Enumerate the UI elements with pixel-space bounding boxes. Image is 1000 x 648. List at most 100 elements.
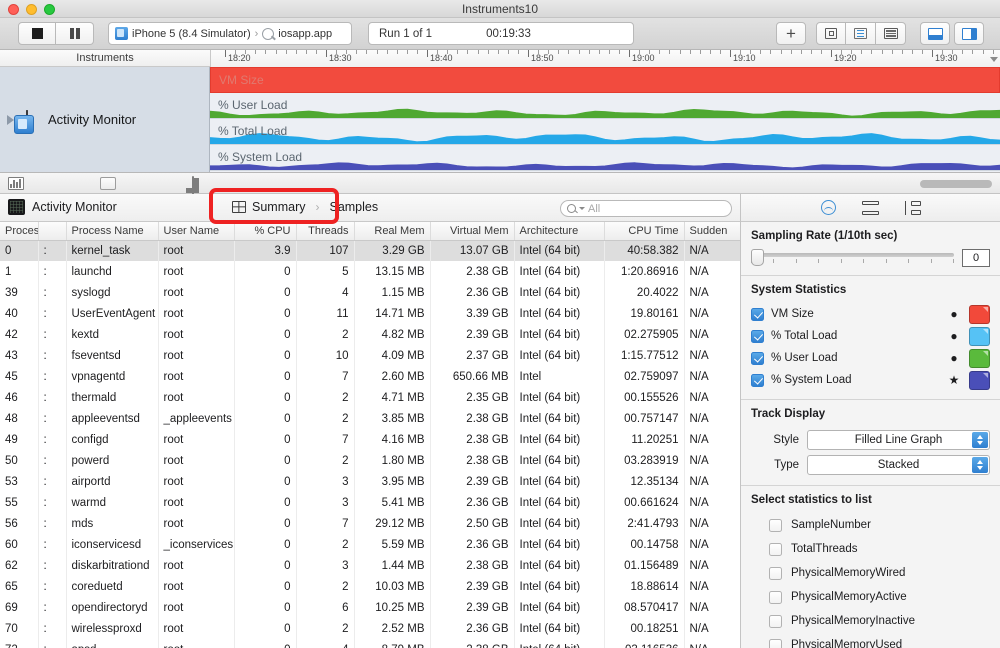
detail-list-button[interactable] [846,22,876,45]
search-field[interactable]: All [560,200,732,217]
statistic-color-swatch[interactable] [969,326,990,346]
track-display-section: Track Display Style Filled Line Graph Ty… [741,400,1000,486]
timeline-ruler[interactable]: 18:20 18:30 18:40 18:50 19:00 19:10 19:20 19:30 [210,50,1000,67]
strategy-threads-icon[interactable] [192,176,194,195]
ruler-tick [285,50,287,54]
select-statistic-checkbox[interactable] [769,566,782,580]
statistic-color-swatch[interactable] [969,304,990,324]
table-row[interactable]: 53: airportd root 0 3 3.95 MB 2.39 GB Intel (64… [0,471,740,492]
column-header[interactable]: Threads [296,222,355,241]
system-statistic-row[interactable]: VM Size ● [751,303,990,325]
toggle-right-pane-button[interactable] [954,22,984,45]
track-row[interactable]: % Total Load [210,119,1000,145]
column-header[interactable]: Process ID [0,222,39,241]
instrument-icon-wrap [14,109,34,134]
horizontal-scrollbar-thumb[interactable] [920,180,992,188]
select-statistic-checkbox[interactable] [769,518,782,532]
statistic-checkbox[interactable] [751,307,764,321]
statistic-color-swatch[interactable] [969,348,990,368]
statistic-checkbox[interactable] [751,373,764,387]
breadcrumb-samples[interactable]: Samples [325,198,382,216]
table-row[interactable]: 62: diskarbitrationd root 0 3 1.44 MB 2.38 GB I… [0,555,740,576]
table-row[interactable]: 46: thermald root 0 2 4.71 MB 2.35 GB Intel (64… [0,387,740,408]
statistic-color-swatch[interactable] [969,370,990,390]
run-status-field: Run 1 of 1 00:19:33 [368,22,634,45]
statistic-checkbox[interactable] [751,329,764,343]
table-row[interactable]: 48: appleeventsd _appleevents 0 2 3.85 MB 2.38… [0,408,740,429]
column-header[interactable]: Virtual Mem [430,222,515,241]
table-row[interactable]: 69: opendirectoryd root 0 6 10.25 MB 2.39 GB In… [0,597,740,618]
column-header[interactable]: Sudden [684,222,740,241]
table-row[interactable]: 60: iconservicesd _iconservices 0 2 5.59 MB 2.… [0,534,740,555]
process-table-container[interactable]: Process ID Process NameUser Name% CPUThre… [0,222,740,648]
table-row[interactable]: 50: powerd root 0 2 1.80 MB 2.38 GB Intel (64 b… [0,450,740,471]
slider-knob[interactable] [751,249,764,266]
select-statistic-checkbox[interactable] [769,614,782,628]
select-statistic-checkbox[interactable] [769,638,782,648]
track-graphs[interactable]: VM Size % User Load % Total Load % System L… [210,67,1000,172]
tab-record-settings-icon[interactable] [820,200,836,215]
select-statistic-row[interactable]: PhysicalMemoryInactive [751,609,990,633]
system-statistic-row[interactable]: % User Load ● [751,347,990,369]
toggle-bottom-pane-button[interactable] [920,22,950,45]
select-statistic-row[interactable]: PhysicalMemoryActive [751,585,990,609]
strategy-instruments-icon[interactable] [8,177,24,190]
ruler-arrow-icon [990,57,998,62]
sampling-rate-slider[interactable] [751,249,954,266]
table-cell: 10.03 MB [354,576,431,597]
track-row[interactable]: % System Load [210,145,1000,171]
table-row[interactable]: 0: kernel_task root 3.9 107 3.29 GB 13.07 GB In… [0,240,740,261]
table-row[interactable]: 70: wirelessproxd root 0 2 2.52 MB 2.36 GB Inte… [0,618,740,639]
breadcrumb-summary[interactable]: Summary [228,198,309,216]
tab-extended-detail-icon[interactable] [904,200,921,215]
column-header[interactable]: CPU Time [604,222,685,241]
table-row[interactable]: 40: UserEventAgent root 0 11 14.71 MB 3.39 GB I… [0,303,740,324]
column-header[interactable]: % CPU [234,222,297,241]
statistic-checkbox[interactable] [751,351,764,365]
ruler-tick [457,50,459,54]
track-type-select[interactable]: Stacked [807,454,990,475]
table-row[interactable]: 55: warmd root 0 3 5.41 MB 2.36 GB Intel (64 bi… [0,492,740,513]
table-row[interactable]: 43: fseventsd root 0 10 4.09 MB 2.37 GB Intel (… [0,345,740,366]
select-statistic-checkbox[interactable] [769,590,782,604]
disclosure-triangle-icon[interactable] [7,114,14,125]
system-statistic-row[interactable]: % Total Load ● [751,325,990,347]
column-header[interactable] [38,222,67,241]
table-row[interactable]: 65: coreduetd root 0 2 10.03 MB 2.39 GB Intel (… [0,576,740,597]
track-row[interactable]: VM Size [210,67,1000,93]
table-row[interactable]: 42: kextd root 0 2 4.82 MB 2.39 GB Intel (64 bi… [0,324,740,345]
target-selector[interactable]: iPhone 5 (8.4 Simulator) › iosapp.app [108,22,352,45]
select-statistic-row[interactable]: TotalThreads [751,537,990,561]
column-header[interactable]: Real Mem [354,222,431,241]
ruler-tick [911,50,913,54]
table-row[interactable]: 49: configd root 0 7 4.16 MB 2.38 GB Intel (64 … [0,429,740,450]
add-instrument-button[interactable]: + [776,22,806,45]
select-statistic-row[interactable]: PhysicalMemoryWired [751,561,990,585]
track-style-select[interactable]: Filled Line Graph [807,429,990,450]
table-row[interactable]: 56: mds root 0 7 29.12 MB 2.50 GB Intel (64 bit… [0,513,740,534]
sampling-rate-value[interactable]: 0 [962,249,990,267]
console-button[interactable] [876,22,906,45]
strategy-cpu-icon[interactable] [100,177,116,190]
table-cell: 03.116536 [604,639,685,648]
track-row[interactable]: % User Load [210,93,1000,119]
pause-button[interactable] [56,22,94,45]
system-statistic-row[interactable]: % System Load ★ [751,369,990,391]
stop-record-button[interactable] [18,22,56,45]
select-statistic-checkbox[interactable] [769,542,782,556]
column-header[interactable]: Architecture [514,222,605,241]
table-row[interactable]: 72:apsdroot048.79 MB2.38 GBIntel (64 bit… [0,639,740,648]
inspector-range-button[interactable] [816,22,846,45]
table-cell: 3.95 MB [354,471,431,492]
column-header[interactable]: User Name [158,222,235,241]
table-cell: 2 [296,534,355,555]
table-row[interactable]: 45: vpnagentd root 0 7 2.60 MB 650.66 MB Intel 0… [0,366,740,387]
table-row[interactable]: 39: syslogd root 0 4 1.15 MB 2.36 GB Intel (64 … [0,282,740,303]
table-cell: 2 [296,576,355,597]
table-row[interactable]: 1: launchd root 0 5 13.15 MB 2.38 GB Intel (64 … [0,261,740,282]
select-statistic-row[interactable]: PhysicalMemoryUsed [751,633,990,648]
tab-display-settings-icon[interactable] [861,200,879,215]
select-statistic-row[interactable]: SampleNumber [751,513,990,537]
column-header[interactable]: Process Name [66,222,159,241]
table-cell: 10 [296,345,355,366]
